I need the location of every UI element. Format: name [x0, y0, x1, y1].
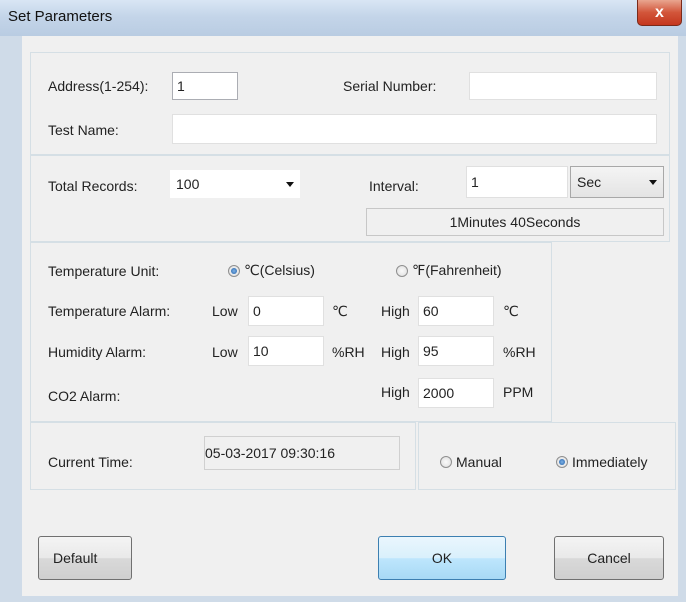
test-name-field[interactable]	[172, 114, 657, 144]
current-time-readout: 05-03-2017 09:30:16	[204, 436, 400, 470]
co2-alarm-label: CO2 Alarm:	[48, 388, 121, 404]
default-button[interactable]: Default	[38, 536, 132, 580]
duration-readout: 1Minutes 40Seconds	[366, 208, 664, 236]
total-records-value: 100	[176, 176, 200, 192]
temp-high-field[interactable]	[418, 296, 494, 326]
immediately-label: Immediately	[572, 454, 648, 470]
total-records-label: Total Records:	[48, 178, 138, 194]
celsius-label: ℃(Celsius)	[244, 262, 315, 278]
title-bar[interactable]: Set Parameters x	[0, 0, 686, 36]
manual-radio-icon	[440, 456, 452, 468]
window-title: Set Parameters	[8, 8, 113, 25]
celsius-radio[interactable]: ℃(Celsius)	[228, 262, 315, 279]
test-name-label: Test Name:	[48, 122, 119, 138]
immediately-radio[interactable]: Immediately	[556, 454, 647, 470]
co2-high-field[interactable]	[418, 378, 494, 408]
current-time-label: Current Time:	[48, 454, 133, 470]
immediately-radio-icon	[556, 456, 568, 468]
duration-text: 1Minutes 40Seconds	[449, 214, 581, 230]
serial-number-label: Serial Number:	[343, 78, 437, 94]
hum-high-label: High	[381, 344, 410, 360]
hum-low-label: Low	[212, 344, 238, 360]
hum-high-unit: %RH	[503, 344, 536, 360]
chevron-down-icon	[649, 179, 657, 185]
temp-low-field[interactable]	[248, 296, 324, 326]
temp-high-unit: ℃	[503, 303, 519, 319]
ok-button[interactable]: OK	[378, 536, 506, 580]
hum-low-unit: %RH	[332, 344, 365, 360]
temperature-unit-label: Temperature Unit:	[48, 263, 160, 279]
humidity-alarm-label: Humidity Alarm:	[48, 344, 147, 360]
temp-high-label: High	[381, 303, 410, 319]
close-button[interactable]: x	[637, 0, 682, 26]
interval-unit-dropdown[interactable]: Sec	[570, 166, 664, 198]
co2-high-label: High	[381, 384, 410, 400]
serial-number-field[interactable]	[469, 72, 657, 100]
fahrenheit-radio-icon	[396, 264, 408, 277]
hum-low-field[interactable]	[248, 336, 324, 366]
interval-label: Interval:	[369, 178, 419, 194]
current-time-value: 05-03-2017 09:30:16	[205, 445, 335, 461]
dialog-client-area: Address(1-254): Serial Number: Test Name…	[22, 36, 678, 596]
temp-low-label: Low	[212, 303, 238, 319]
co2-high-unit: PPM	[503, 384, 534, 400]
address-field[interactable]	[172, 72, 238, 100]
ok-button-label: OK	[431, 550, 453, 566]
fahrenheit-label: ℉(Fahrenheit)	[412, 262, 502, 278]
close-icon: x	[655, 3, 664, 21]
hum-high-field[interactable]	[418, 336, 494, 366]
manual-radio[interactable]: Manual	[440, 454, 502, 470]
interval-field[interactable]	[466, 166, 568, 198]
cancel-button-label: Cancel	[587, 550, 631, 566]
cancel-button[interactable]: Cancel	[554, 536, 664, 580]
manual-label: Manual	[456, 454, 502, 470]
celsius-radio-icon	[228, 264, 240, 277]
temperature-alarm-label: Temperature Alarm:	[48, 303, 171, 319]
set-parameters-dialog: Set Parameters x Address(1-254): Serial …	[0, 0, 686, 602]
address-label: Address(1-254):	[48, 78, 149, 94]
temp-low-unit: ℃	[332, 303, 348, 319]
total-records-dropdown[interactable]: 100	[170, 170, 300, 198]
default-button-label: Default	[53, 550, 98, 566]
interval-unit-value: Sec	[577, 174, 602, 190]
chevron-down-icon	[286, 181, 294, 187]
fahrenheit-radio[interactable]: ℉(Fahrenheit)	[396, 262, 502, 279]
